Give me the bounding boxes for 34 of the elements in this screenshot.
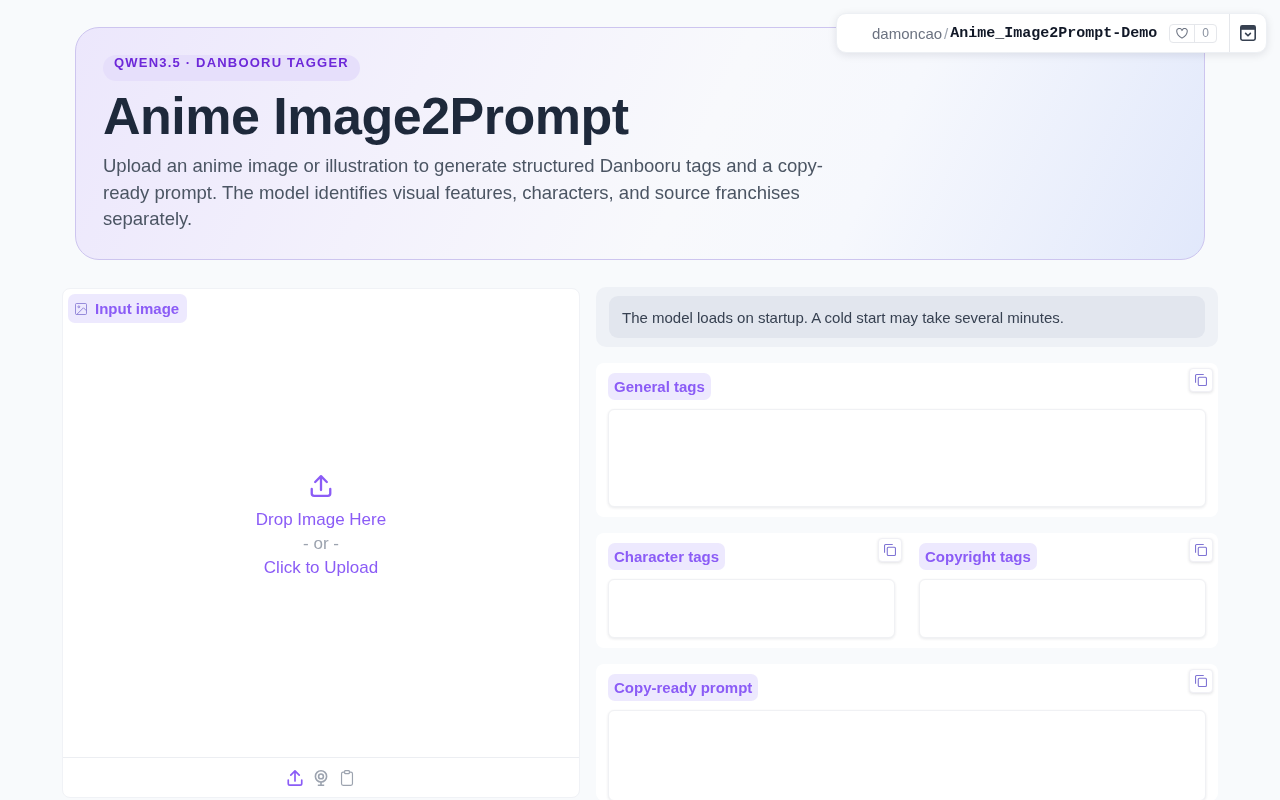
image-icon: [75, 302, 87, 315]
upload-icon: [287, 769, 303, 786]
panel-chevron-icon: [1240, 25, 1256, 41]
heart-icon: [1176, 27, 1189, 39]
space-name-link[interactable]: Anime_Image2Prompt-Demo: [950, 24, 1158, 42]
copy-button[interactable]: [878, 538, 902, 562]
owner-link[interactable]: damoncao: [872, 24, 943, 42]
field-label: Copy-ready prompt: [608, 674, 759, 701]
upload-link[interactable]: Click to Upload: [263, 555, 379, 580]
notice-message: The model loads on startup. A cold start may take several minutes.: [609, 296, 1205, 338]
path-separator: /: [944, 24, 949, 42]
copy-button[interactable]: [1189, 538, 1213, 562]
page-description: Upload an anime image or illustration to generate structured Danbooru tags and a copy-ready prompt. The model identifies visual features, characters, and source franchises separately.: [103, 154, 824, 231]
page-title: Anime Image2Prompt: [103, 88, 630, 144]
panel-label: Input image: [68, 294, 188, 323]
clipboard-icon: [339, 769, 355, 786]
like-button[interactable]: 0: [1169, 23, 1217, 43]
upload-icon: [310, 474, 332, 497]
copy-button[interactable]: [1189, 669, 1213, 693]
webcam-icon: [313, 769, 329, 786]
field-label: Character tags: [608, 543, 726, 570]
upload-button[interactable]: [287, 769, 303, 786]
copy-icon: [1195, 675, 1207, 687]
field-label: Copyright tags: [919, 543, 1037, 570]
copy-icon: [884, 544, 896, 556]
copy-button[interactable]: [1189, 368, 1213, 392]
paste-button[interactable]: [339, 769, 355, 786]
model-badge: QWEN3.5 · DANBOORU TAGGER: [103, 55, 360, 81]
field-label: General tags: [608, 373, 711, 400]
drop-hint-text: Drop Image Here: [255, 508, 387, 531]
webcam-button[interactable]: [313, 769, 329, 786]
copy-icon: [1195, 374, 1207, 386]
or-text: - or -: [303, 532, 339, 555]
copy-icon: [1195, 544, 1207, 556]
